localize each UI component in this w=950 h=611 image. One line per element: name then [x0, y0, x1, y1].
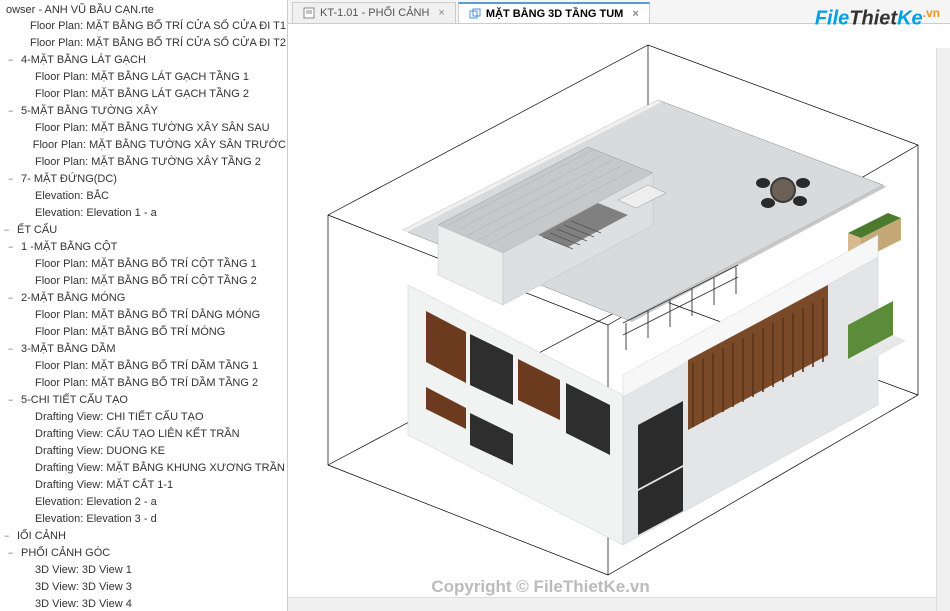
tree-item[interactable]: Elevation: Elevation 2 - a [0, 494, 287, 511]
tree-item-label: ẾT CẤU [16, 223, 58, 238]
tree-item-label: 5-CHI TIẾT CẤU TẠO [20, 393, 129, 408]
tree-item[interactable]: Floor Plan: MẶT BẰNG LÁT GẠCH TẦNG 1 [0, 69, 287, 86]
tree-item[interactable]: −5-MẶT BẰNG TƯỜNG XÂY [0, 103, 287, 120]
collapse-icon[interactable]: − [8, 172, 18, 187]
collapse-icon[interactable]: − [8, 291, 18, 306]
tree-item[interactable]: −PHỐI CẢNH GÓC [0, 545, 287, 562]
tree-item[interactable]: Floor Plan: MẶT BẰNG TƯỜNG XÂY SÂN TRƯỚC [0, 137, 287, 154]
collapse-icon[interactable]: − [4, 223, 14, 238]
tree-item[interactable]: Floor Plan: MẶT BẰNG LÁT GẠCH TẦNG 2 [0, 86, 287, 103]
tree-item[interactable]: Drafting View: CẤU TẠO LIÊN KẾT TRẦN [0, 426, 287, 443]
tree-item[interactable]: Floor Plan: MẶT BẰNG BỐ TRÍ DẦM TẦNG 2 [0, 375, 287, 392]
tree-item-label: 3D View: 3D View 3 [34, 580, 133, 595]
tree-item[interactable]: Elevation: BẮC [0, 188, 287, 205]
project-browser-panel[interactable]: owser - ANH VŨ BẦU CẠN.rte Floor Plan: M… [0, 0, 288, 611]
tree-item[interactable]: −5-CHI TIẾT CẤU TẠO [0, 392, 287, 409]
tree-item[interactable]: Floor Plan: MẶT BẰNG BỐ TRÍ CỘT TẦNG 2 [0, 273, 287, 290]
tree-item-label: 2-MẶT BẰNG MÓNG [20, 291, 126, 306]
tree-item-label: Floor Plan: MẶT BẰNG LÁT GẠCH TẦNG 1 [34, 70, 250, 85]
tree-item[interactable]: Elevation: Elevation 1 - a [0, 205, 287, 222]
tree-item-label: 5-MẶT BẰNG TƯỜNG XÂY [20, 104, 159, 119]
view-tab[interactable]: MẶT BẰNG 3D TẦNG TUM × [458, 2, 650, 23]
tree-item[interactable]: −2-MẶT BẰNG MÓNG [0, 290, 287, 307]
tree-item-label: Floor Plan: MẶT BẰNG BỐ TRÍ DẦM TẦNG 2 [34, 376, 259, 391]
tree-item[interactable]: Drafting View: MẶT CẮT 1-1 [0, 477, 287, 494]
main-area: KT-1.01 - PHỐI CẢNH×MẶT BẰNG 3D TẦNG TUM… [288, 0, 950, 611]
tree-item-label: 3D View: 3D View 1 [34, 563, 133, 578]
tree-item-label: Floor Plan: MẶT BẰNG TƯỜNG XÂY TẦNG 2 [34, 155, 262, 170]
tree-item-label: PHỐI CẢNH GÓC [20, 546, 111, 561]
tree-item[interactable]: Floor Plan: MẶT BẰNG BỐ TRÍ CỬA SỔ CỬA Đ… [0, 18, 287, 35]
tree-item-label: Drafting View: CẤU TẠO LIÊN KẾT TRẦN [34, 427, 241, 442]
tree-item[interactable]: 3D View: 3D View 3 [0, 579, 287, 596]
tree-item[interactable]: Drafting View: DUONG KE [0, 443, 287, 460]
tree-item[interactable]: Elevation: Elevation 3 - d [0, 511, 287, 528]
view-tab[interactable]: KT-1.01 - PHỐI CẢNH × [292, 2, 456, 23]
tree-item-label: Drafting View: MẶT BẰNG KHUNG XƯƠNG TRẦN [34, 461, 286, 476]
collapse-icon[interactable]: − [8, 240, 18, 255]
tree-item[interactable]: Floor Plan: MẶT BẰNG BỐ TRÍ MÓNG [0, 324, 287, 341]
tab-label: MẶT BẰNG 3D TẦNG TUM [486, 8, 624, 20]
tree-item-label: Floor Plan: MẶT BẰNG BỐ TRÍ DẰNG MÓNG [34, 308, 261, 323]
tree-item-label: Floor Plan: MẶT BẰNG BỐ TRÍ CỬA SỔ CỬA Đ… [29, 19, 287, 34]
tree-item-label: Elevation: Elevation 2 - a [34, 495, 158, 510]
tab-label: KT-1.01 - PHỐI CẢNH [320, 7, 429, 19]
tree-item[interactable]: −3-MẶT BẰNG DẦM [0, 341, 287, 358]
tree-item-label: Elevation: Elevation 3 - d [34, 512, 158, 527]
tree-item[interactable]: −4-MẶT BẰNG LÁT GẠCH [0, 52, 287, 69]
tree-item-label: IỐI CẢNH [16, 529, 67, 544]
tree-item-label: 3-MẶT BẰNG DẦM [20, 342, 117, 357]
close-icon[interactable]: × [438, 7, 444, 19]
3d-view-icon [469, 8, 481, 20]
tree-item-label: 3D View: 3D View 4 [34, 597, 133, 611]
tree-item[interactable]: −7- MẶT ĐỨNG(DC) [0, 171, 287, 188]
collapse-icon[interactable]: − [8, 342, 18, 357]
tree-item[interactable]: Floor Plan: MẶT BẰNG TƯỜNG XÂY TẦNG 2 [0, 154, 287, 171]
tree-item[interactable]: −ẾT CẤU [0, 222, 287, 239]
tree-item[interactable]: −IỐI CẢNH [0, 528, 287, 545]
tree-item[interactable]: Floor Plan: MẶT BẰNG BỐ TRÍ CỬA SỔ CỬA Đ… [0, 35, 287, 52]
sheet-icon [303, 7, 315, 19]
tree-item[interactable]: Floor Plan: MẶT BẰNG BỐ TRÍ CỘT TẦNG 1 [0, 256, 287, 273]
tree-item-label: Drafting View: DUONG KE [34, 444, 166, 459]
view-tab-bar: KT-1.01 - PHỐI CẢNH×MẶT BẰNG 3D TẦNG TUM… [288, 0, 950, 24]
tree-item-label: 1 -MẶT BẰNG CỘT [20, 240, 118, 255]
tree-item[interactable]: 3D View: 3D View 4 [0, 596, 287, 611]
collapse-icon[interactable]: − [8, 546, 18, 561]
tree-item[interactable]: Drafting View: MẶT BẰNG KHUNG XƯƠNG TRẦN [0, 460, 287, 477]
collapse-icon[interactable]: − [4, 529, 14, 544]
collapse-icon[interactable]: − [8, 104, 18, 119]
tree-item-label: Floor Plan: MẶT BẰNG BỐ TRÍ CỘT TẦNG 2 [34, 274, 258, 289]
tree-item-label: Floor Plan: MẶT BẰNG LÁT GẠCH TẦNG 2 [34, 87, 250, 102]
tree-item-label: Elevation: BẮC [34, 189, 110, 204]
tree-item-label: 7- MẶT ĐỨNG(DC) [20, 172, 118, 187]
tree-item[interactable]: Floor Plan: MẶT BẰNG TƯỜNG XÂY SÂN SAU [0, 120, 287, 137]
tree-item[interactable]: Floor Plan: MẶT BẰNG BỐ TRÍ DẰNG MÓNG [0, 307, 287, 324]
collapse-icon[interactable]: − [8, 53, 18, 68]
tree-item[interactable]: Floor Plan: MẶT BẰNG BỐ TRÍ DẦM TẦNG 1 [0, 358, 287, 375]
collapse-icon[interactable]: − [8, 393, 18, 408]
close-icon[interactable]: × [632, 8, 638, 20]
tree-item-label: Elevation: Elevation 1 - a [34, 206, 158, 221]
3d-viewport[interactable] [288, 24, 950, 611]
viewport-scrollbar-horizontal[interactable] [288, 597, 936, 611]
tree-item-label: 4-MẶT BẰNG LÁT GẠCH [20, 53, 147, 68]
tree-item-label: Floor Plan: MẶT BẰNG BỐ TRÍ DẦM TẦNG 1 [34, 359, 259, 374]
tree-item-label: Floor Plan: MẶT BẰNG BỐ TRÍ CỬA SỔ CỬA Đ… [29, 36, 287, 51]
browser-title: owser - ANH VŨ BẦU CẠN.rte [0, 2, 287, 18]
tree-item[interactable]: −1 -MẶT BẰNG CỘT [0, 239, 287, 256]
tree-item-label: Floor Plan: MẶT BẰNG BỐ TRÍ CỘT TẦNG 1 [34, 257, 258, 272]
3d-model-render [288, 24, 950, 611]
tree-item-label: Floor Plan: MẶT BẰNG TƯỜNG XÂY SÂN TRƯỚC [32, 138, 287, 153]
tree-item-label: Drafting View: CHI TIẾT CẤU TẠO [34, 410, 205, 425]
tree-item-label: Floor Plan: MẶT BẰNG TƯỜNG XÂY SÂN SAU [34, 121, 271, 136]
viewport-scrollbar-vertical[interactable] [936, 48, 950, 611]
tree-item-label: Floor Plan: MẶT BẰNG BỐ TRÍ MÓNG [34, 325, 226, 340]
tree-item[interactable]: 3D View: 3D View 1 [0, 562, 287, 579]
tree-item[interactable]: Drafting View: CHI TIẾT CẤU TẠO [0, 409, 287, 426]
tree-item-label: Drafting View: MẶT CẮT 1-1 [34, 478, 174, 493]
